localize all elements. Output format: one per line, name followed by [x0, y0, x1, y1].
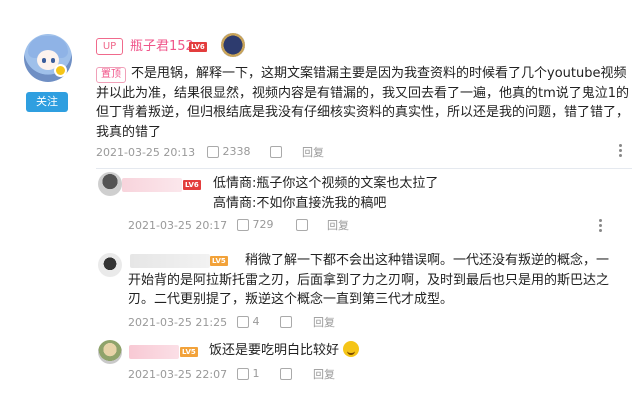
reply-like-count: 4 — [252, 315, 260, 328]
reply-like-count: 729 — [252, 218, 274, 231]
reply-reply-button[interactable]: 回复 — [327, 219, 349, 233]
reply-like-button[interactable]: 1 — [237, 367, 260, 381]
reply-text: 低情商:瓶子你这个视频的文案也太拉了 高情商:不如你直接洗我的稿吧 — [213, 176, 439, 211]
thumb-down-icon — [280, 368, 292, 380]
reply-timestamp: 2021-03-25 20:17 — [128, 219, 228, 232]
thumb-down-icon — [280, 316, 292, 328]
more-options-icon[interactable] — [599, 219, 602, 234]
divider — [96, 168, 632, 169]
follow-button[interactable]: 关注 — [26, 92, 68, 112]
thumb-down-icon — [296, 219, 308, 231]
reply-reply-button[interactable]: 回复 — [313, 316, 335, 330]
reply-reply-button[interactable]: 回复 — [313, 368, 335, 382]
reply-timestamp: 2021-03-25 22:07 — [128, 368, 228, 381]
up-tag: UP — [96, 38, 123, 55]
main-dislike-button[interactable] — [270, 145, 282, 159]
more-options-icon[interactable] — [619, 144, 622, 159]
thumb-down-icon — [270, 146, 282, 158]
main-reply-button[interactable]: 回复 — [302, 146, 324, 160]
reply-like-count: 1 — [252, 367, 260, 380]
level-badge: LV6 — [183, 180, 201, 190]
reply-text: 饭还是要吃明白比较好 — [209, 343, 340, 358]
reply-avatar[interactable] — [98, 172, 122, 196]
reply-username-blurred[interactable] — [129, 345, 179, 359]
medal-icon — [221, 33, 245, 57]
reply-username-blurred[interactable] — [122, 178, 182, 192]
reply-text-row: 饭还是要吃明白比较好 — [209, 341, 360, 361]
smile-emoji-icon — [343, 341, 360, 357]
main-username[interactable]: 瓶子君152 — [130, 38, 194, 55]
reply-avatar[interactable] — [98, 253, 122, 277]
thumb-up-icon — [207, 146, 219, 158]
thumb-up-icon — [237, 219, 249, 231]
reply-timestamp: 2021-03-25 21:25 — [128, 316, 228, 329]
reply-avatar[interactable] — [98, 340, 122, 364]
main-like-button[interactable]: 2338 — [207, 145, 251, 159]
level-badge: LV5 — [180, 347, 198, 357]
reply-dislike-button[interactable] — [296, 218, 308, 232]
avatar-eye-right — [51, 58, 55, 63]
reply-like-button[interactable]: 729 — [237, 218, 274, 232]
main-like-count: 2338 — [222, 145, 251, 158]
reply-dislike-button[interactable] — [280, 315, 292, 329]
vip-badge-icon — [54, 64, 67, 77]
level-badge: LV6 — [189, 42, 207, 52]
reply-text: 稍微了解一下都不会出这种错误啊。一代还没有叛逆的概念，一开始背的是阿拉斯托雷之刃… — [128, 253, 610, 307]
main-meta-row: 2021-03-25 20:13 — [96, 146, 195, 160]
main-timestamp: 2021-03-25 20:13 — [96, 146, 196, 159]
avatar-eye-left — [42, 58, 46, 63]
reply-like-button[interactable]: 4 — [237, 315, 260, 329]
thumb-up-icon — [237, 368, 249, 380]
thumb-up-icon — [237, 316, 249, 328]
pinned-tag: 置顶 — [96, 67, 126, 83]
reply-dislike-button[interactable] — [280, 367, 292, 381]
main-comment-text: 不是甩锅，解释一下，这期文案错漏主要是因为我查资料的时候看了几个youtube视… — [96, 66, 630, 140]
